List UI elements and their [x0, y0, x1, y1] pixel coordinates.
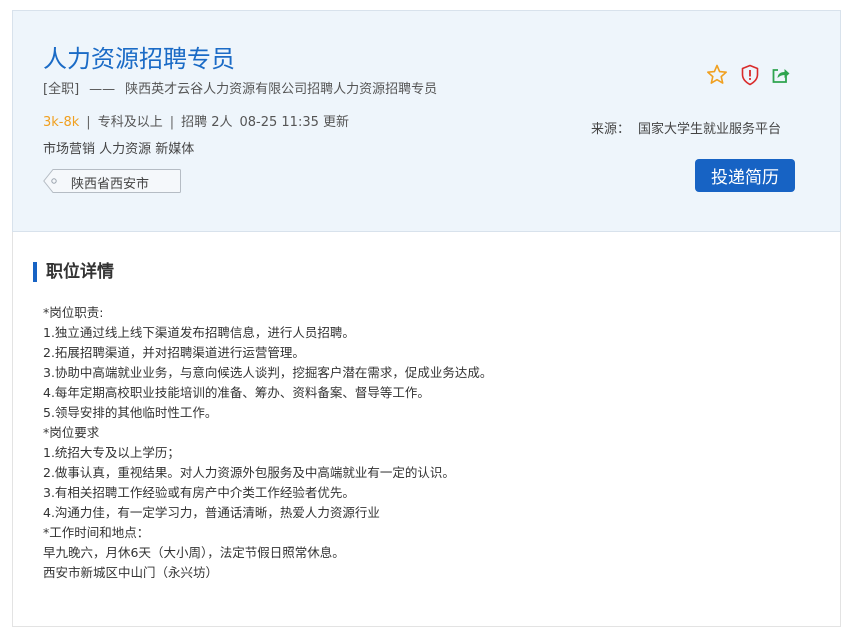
- description-line: 1.独立通过线上线下渠道发布招聘信息，进行人员招聘。: [43, 325, 355, 340]
- description-line: 3.有相关招聘工作经验或有房产中介类工作经验者优先。: [43, 485, 355, 500]
- shield-icon[interactable]: [738, 63, 762, 87]
- section-title: 职位详情: [33, 262, 114, 282]
- star-icon[interactable]: [705, 63, 729, 87]
- description-line: 2.拓展招聘渠道，并对招聘渠道进行运营管理。: [43, 345, 305, 360]
- description-line: 早九晚六，月休6天（大小周），法定节假日照常休息。: [43, 545, 345, 560]
- description-line: 5.领导安排的其他临时性工作。: [43, 405, 218, 420]
- description-line: 西安市新城区中山门（永兴坊）: [43, 565, 219, 580]
- dash-separator: ——: [89, 82, 116, 97]
- headcount: 招聘 2人: [181, 115, 233, 130]
- divider: [12, 626, 841, 627]
- education-requirement: 专科及以上: [97, 115, 163, 130]
- job-title: 人力资源招聘专员: [43, 45, 235, 73]
- job-meta: 3k-8k | 专科及以上 | 招聘 2人 08-25 11:35 更新: [43, 111, 349, 130]
- share-icon[interactable]: [769, 63, 793, 87]
- description-line: *岗位职责:: [43, 305, 104, 320]
- meta-separator: |: [169, 115, 175, 130]
- source-value: 国家大学生就业服务平台: [638, 122, 782, 137]
- job-source: 来源： 国家大学生就业服务平台: [591, 118, 781, 137]
- description-line: *工作时间和地点：: [43, 525, 150, 540]
- description-line: *岗位要求: [43, 425, 100, 440]
- location-label: 陕西省西安市: [71, 177, 150, 192]
- job-description: *岗位职责: 1.独立通过线上线下渠道发布招聘信息，进行人员招聘。 2.拓展招聘…: [43, 303, 492, 583]
- location-tag: 陕西省西安市: [43, 169, 181, 193]
- source-label: 来源：: [591, 122, 631, 137]
- job-detail-card: 职位详情 *岗位职责: 1.独立通过线上线下渠道发布招聘信息，进行人员招聘。 2…: [12, 232, 841, 627]
- description-line: 4.每年定期高校职业技能培训的准备、筹办、资料备案、督导等工作。: [43, 385, 430, 400]
- description-line: 1.统招大专及以上学历；: [43, 445, 180, 460]
- company-name[interactable]: 陕西英才云谷人力资源有限公司招聘人力资源招聘专员: [125, 82, 437, 97]
- job-subline: [全职] —— 陕西英才云谷人力资源有限公司招聘人力资源招聘专员: [43, 78, 437, 97]
- job-type: [全职]: [43, 82, 80, 97]
- job-header-card: 人力资源招聘专员 [全职] —— 陕西英才云谷人力资源有限公司招聘人力资源招聘专员 …: [12, 10, 841, 232]
- description-line: 2.做事认真，重视结果。对人力资源外包服务及中高端就业有一定的认识。: [43, 465, 455, 480]
- job-tags: 市场营销 人力资源 新媒体: [43, 142, 195, 157]
- meta-separator: |: [86, 115, 91, 130]
- description-line: 3.协助中高端就业业务，与意向候选人谈判，挖掘客户潜在需求，促成业务达成。: [43, 365, 493, 380]
- apply-resume-button[interactable]: 投递简历: [695, 159, 795, 192]
- salary: 3k-8k: [43, 115, 80, 130]
- description-line: 4.沟通力佳，有一定学习力，普通话清晰，热爱人力资源行业: [43, 505, 380, 520]
- update-time: 08-25 11:35 更新: [239, 115, 350, 130]
